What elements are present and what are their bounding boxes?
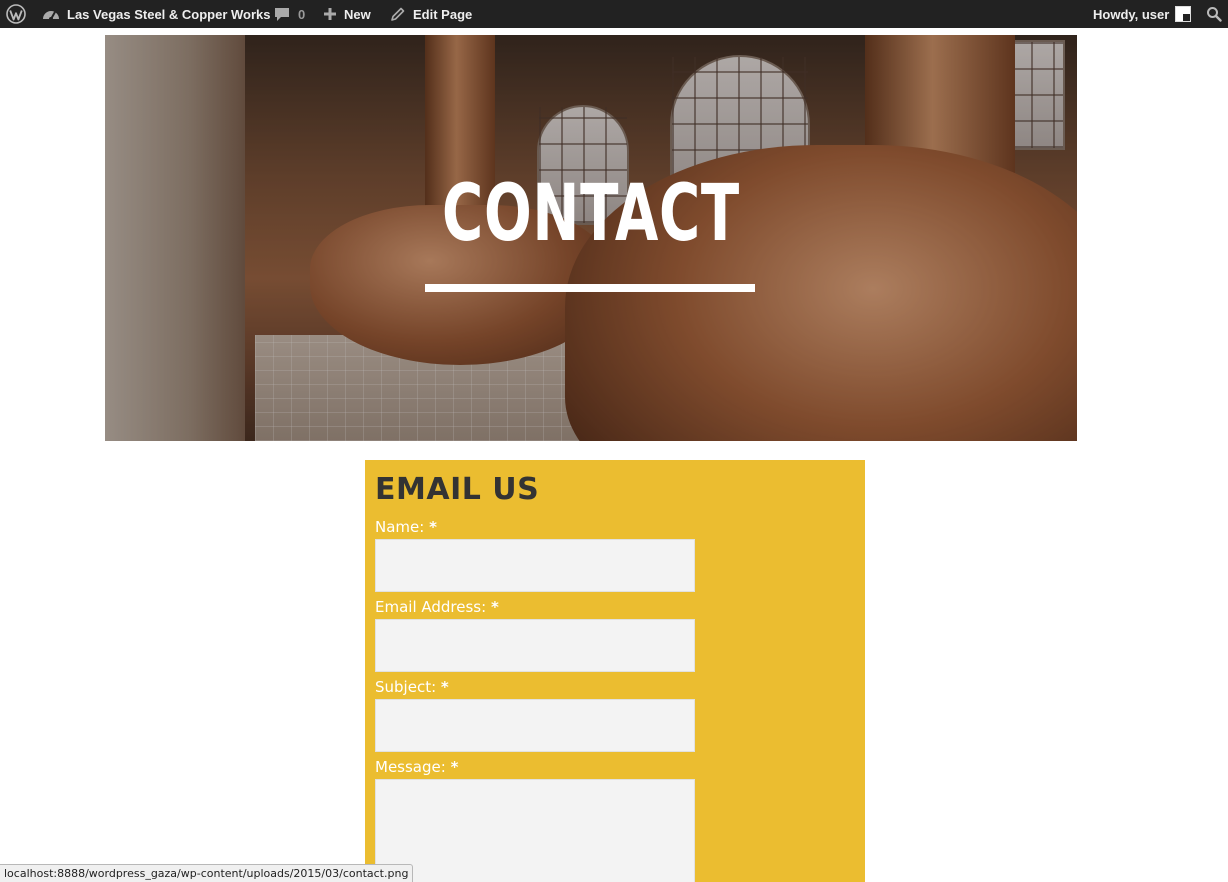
subject-field[interactable] <box>375 699 695 752</box>
required-mark: * <box>440 678 449 696</box>
edit-page-label: Edit Page <box>413 6 473 22</box>
pencil-icon <box>390 7 405 22</box>
wordpress-logo-icon[interactable] <box>6 0 26 28</box>
required-mark: * <box>429 518 437 536</box>
email-label-text: Email Address: <box>375 598 487 616</box>
avatar <box>1175 6 1192 22</box>
dashboard-icon <box>42 6 60 22</box>
required-mark: * <box>490 598 499 616</box>
page-title: CONTACT <box>442 169 740 259</box>
subject-label-text: Subject: <box>375 678 437 696</box>
howdy-text: Howdy, user <box>1093 6 1170 22</box>
plus-icon <box>323 7 337 21</box>
comment-icon <box>274 6 290 22</box>
edit-page-link[interactable]: Edit Page <box>390 0 472 28</box>
title-underline <box>425 284 755 292</box>
email-field[interactable] <box>375 619 695 672</box>
message-label: Message: * <box>375 758 458 776</box>
site-name: Las Vegas Steel & Copper Works <box>67 6 271 22</box>
hero-banner: CONTACT <box>105 35 1077 441</box>
message-field[interactable] <box>375 779 695 882</box>
message-label-text: Message: <box>375 758 446 776</box>
new-content-link[interactable]: New <box>323 0 371 28</box>
site-name-link[interactable]: Las Vegas Steel & Copper Works <box>42 0 271 28</box>
email-label: Email Address: * <box>375 598 499 616</box>
name-field[interactable] <box>375 539 695 592</box>
form-heading: EMAIL US <box>375 472 540 507</box>
name-label: Name: * <box>375 518 437 536</box>
status-bar-url: localhost:8888/wordpress_gaza/wp-content… <box>0 864 414 882</box>
account-menu[interactable]: Howdy, user <box>1093 0 1192 28</box>
comment-count: 0 <box>298 6 306 22</box>
required-mark: * <box>450 758 459 776</box>
comments-link[interactable]: 0 <box>274 0 305 28</box>
admin-bar: Las Vegas Steel & Copper Works 0 New Edi… <box>0 0 1228 28</box>
name-label-text: Name: <box>375 518 425 536</box>
contact-form: EMAIL US Name: * Email Address: * Subjec… <box>365 460 865 882</box>
subject-label: Subject: * <box>375 678 449 696</box>
search-icon[interactable] <box>1206 0 1222 28</box>
new-label: New <box>344 6 371 22</box>
